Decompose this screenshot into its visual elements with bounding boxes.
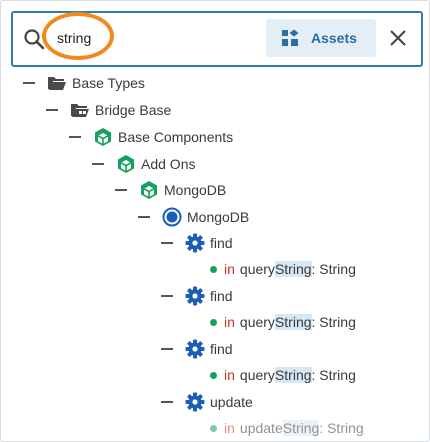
collapse-toggle[interactable] [161, 295, 173, 297]
tree-label: find [210, 341, 233, 357]
param-type: : String [311, 367, 356, 383]
tree-label: Base Types [72, 75, 145, 91]
tree-node-parameter[interactable]: in query String: String [210, 363, 356, 387]
tree-node-operation-find[interactable]: find [161, 231, 233, 255]
tree-label: Bridge Base [95, 102, 172, 118]
tree-node-parameter[interactable]: in query String: String [210, 310, 356, 334]
tree-node-operation-find[interactable]: find [161, 337, 233, 361]
folder-grid-icon [70, 101, 90, 119]
tree-label: Add Ons [141, 156, 196, 172]
collapse-toggle[interactable] [138, 216, 150, 218]
param-type: : String [311, 261, 356, 277]
tree-label: find [210, 235, 233, 251]
collapse-toggle[interactable] [161, 348, 173, 350]
collapse-toggle[interactable] [92, 163, 104, 165]
tree-label: find [210, 288, 233, 304]
collapse-toggle[interactable] [46, 109, 58, 111]
param-name-match: String [274, 261, 312, 277]
assets-grid-icon [282, 29, 299, 46]
collapse-toggle[interactable] [23, 82, 35, 84]
param-name-match: String [274, 367, 312, 383]
collapse-toggle[interactable] [115, 189, 127, 191]
tree-node-parameter[interactable]: in query String: String [210, 257, 356, 281]
gear-icon [185, 233, 205, 253]
tree-label: Base Components [118, 129, 234, 145]
tree-node-mongodb-component[interactable]: MongoDB [115, 178, 226, 202]
tree-label: MongoDB [164, 182, 227, 198]
cube-icon [116, 155, 136, 173]
tree-node-parameter[interactable]: in update String: String [210, 416, 364, 440]
parameter-dot-icon [210, 424, 217, 432]
folder-open-icon [47, 74, 67, 92]
tree-label: MongoDB [187, 209, 250, 225]
param-name-prefix: query [239, 314, 275, 330]
collapse-toggle[interactable] [69, 136, 81, 138]
cube-icon [93, 128, 113, 146]
param-type: : String [311, 314, 356, 330]
gear-icon [185, 392, 205, 412]
cube-icon [139, 181, 159, 199]
param-direction: in [224, 420, 235, 436]
tree-node-add-ons[interactable]: Add Ons [92, 152, 195, 176]
collapse-toggle[interactable] [161, 401, 173, 403]
parameter-dot-icon [210, 371, 217, 379]
parameter-dot-icon [210, 265, 217, 273]
param-direction: in [224, 314, 235, 330]
tree-label: update [210, 394, 253, 410]
param-name-prefix: query [239, 261, 275, 277]
tree-node-bridge-base[interactable]: Bridge Base [46, 98, 171, 122]
param-name-match: String [282, 420, 320, 436]
param-type: : String [319, 420, 364, 436]
service-icon [162, 207, 182, 227]
tree-node-base-components[interactable]: Base Components [69, 125, 233, 149]
tree-node-mongodb-service[interactable]: MongoDB [138, 205, 249, 229]
param-name-prefix: update [239, 420, 283, 436]
param-direction: in [224, 367, 235, 383]
parameter-dot-icon [210, 318, 217, 326]
tree-node-operation-update[interactable]: update [161, 390, 253, 414]
tree-node-base-types[interactable]: Base Types [23, 71, 145, 95]
tree-node-operation-find[interactable]: find [161, 284, 233, 308]
collapse-toggle[interactable] [161, 242, 173, 244]
asset-search-panel: Assets Base Types Bridge Base [0, 0, 430, 442]
param-name-prefix: query [239, 367, 275, 383]
assets-button-label: Assets [311, 30, 357, 46]
param-direction: in [224, 261, 235, 277]
gear-icon [185, 339, 205, 359]
search-icon [24, 29, 45, 50]
search-bar: Assets [11, 11, 423, 67]
search-input[interactable] [57, 28, 247, 48]
param-name-match: String [274, 314, 312, 330]
assets-filter-button[interactable]: Assets [266, 19, 376, 57]
gear-icon [185, 286, 205, 306]
close-icon[interactable] [387, 27, 409, 49]
